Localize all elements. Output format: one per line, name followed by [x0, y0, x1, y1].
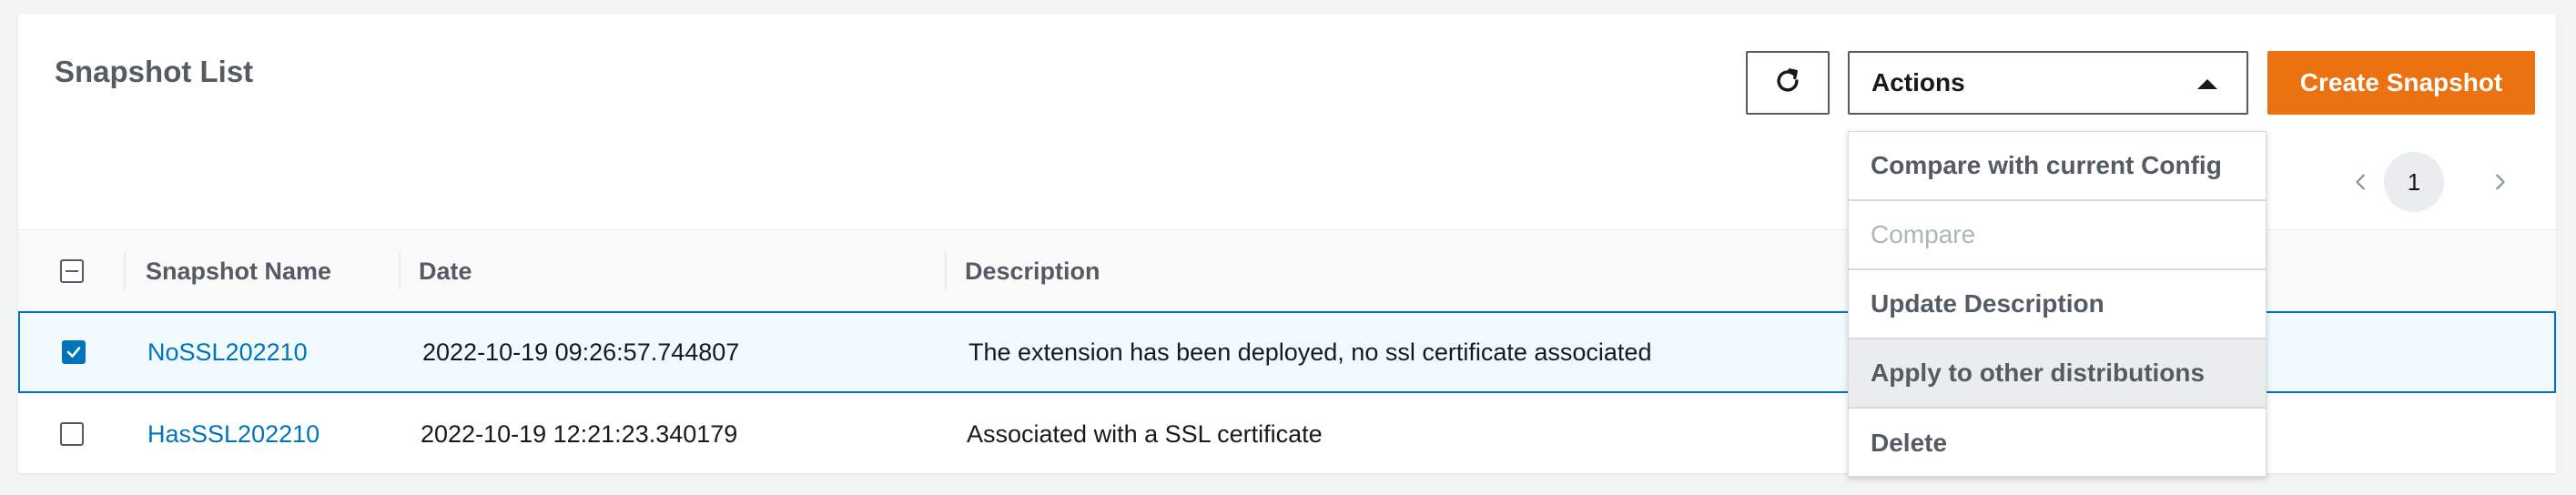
menu-item-compare[interactable]: Compare — [1849, 201, 2266, 270]
chevron-left-icon[interactable] — [2343, 164, 2379, 200]
column-divider — [945, 252, 947, 290]
page-title: Snapshot List — [55, 55, 254, 88]
column-header-description[interactable]: Description — [965, 230, 1100, 312]
actions-dropdown-button[interactable]: Actions — [1848, 51, 2248, 115]
snapshot-date: 2022-10-19 12:21:23.340179 — [421, 419, 738, 448]
snapshot-name-link[interactable]: HasSSL202210 — [147, 393, 319, 475]
refresh-button[interactable] — [1746, 51, 1830, 115]
create-snapshot-button[interactable]: Create Snapshot — [2267, 51, 2535, 115]
column-header-date[interactable]: Date — [419, 230, 472, 312]
column-divider — [399, 252, 401, 290]
row-checkbox-checked[interactable] — [62, 340, 86, 364]
column-header-snapshot-name[interactable]: Snapshot Name — [146, 230, 331, 312]
actions-label: Actions — [1871, 68, 1965, 96]
menu-item-delete[interactable]: Delete — [1849, 409, 2266, 478]
actions-dropdown-menu: Compare with current Config Compare Upda… — [1848, 131, 2267, 477]
chevron-right-icon[interactable] — [2481, 164, 2518, 200]
pagination-current-page[interactable]: 1 — [2384, 152, 2444, 212]
menu-item-compare-with-current-config[interactable]: Compare with current Config — [1849, 132, 2266, 201]
snapshot-list-panel: Snapshot List Actions Create Snapshot 1 … — [18, 15, 2556, 477]
select-all-checkbox[interactable] — [60, 259, 84, 283]
refresh-icon — [1772, 66, 1803, 101]
menu-item-apply-to-other-distributions[interactable]: Apply to other distributions — [1849, 339, 2266, 409]
menu-item-update-description[interactable]: Update Description — [1849, 270, 2266, 339]
snapshot-name-link[interactable]: NoSSL202210 — [147, 313, 308, 391]
snapshot-date: 2022-10-19 09:26:57.744807 — [422, 338, 740, 366]
snapshot-description: Associated with a SSL certificate — [967, 419, 1323, 448]
row-checkbox[interactable] — [60, 422, 84, 446]
column-divider — [124, 252, 126, 290]
snapshot-description: The extension has been deployed, no ssl … — [969, 338, 1652, 366]
caret-up-icon — [2197, 79, 2217, 89]
